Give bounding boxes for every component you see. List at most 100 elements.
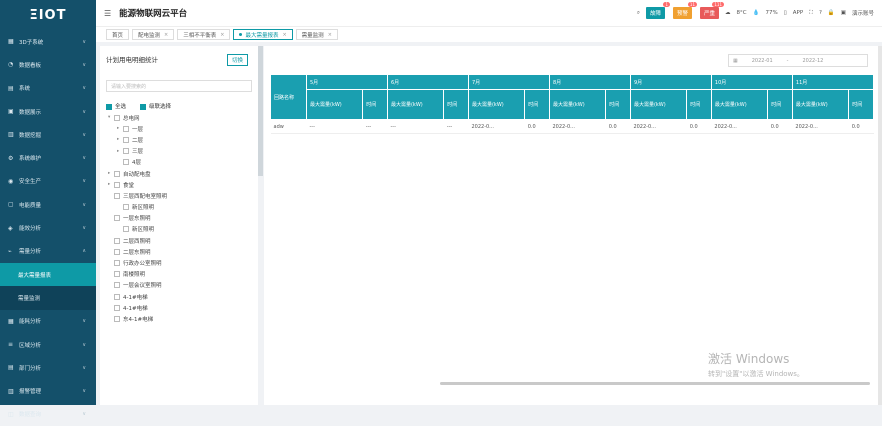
sidebar: ΞIOT ▦ 3D子系统 ∨ ◔ 数据看板 ∨ ▤ 系统 ∨ ▣ 数据展示 ∨ ▥ 数据挖掘 ∨ ⚙ 系统维护 ∨… — [0, 0, 96, 418]
table-row[interactable]: adw --- --- --- --- 2022-0... 0.0 2022-0... 0.0 2… — [270, 119, 874, 134]
close-icon[interactable]: × — [220, 32, 224, 38]
sidebar-item[interactable]: ⌁ 需量分析 ∧ — [0, 240, 96, 263]
tree-checkbox[interactable] — [123, 136, 129, 143]
tree-node[interactable]: ▸ 三层 — [100, 146, 258, 157]
help-icon[interactable]: ? — [819, 10, 822, 16]
tree-checkbox[interactable] — [114, 248, 120, 255]
search-icon[interactable]: ⌕ — [637, 10, 640, 17]
tree-node[interactable]: 行政办公室照明 — [100, 257, 258, 268]
tree-node[interactable]: ▸ 食堂 — [100, 179, 258, 190]
tree-checkbox[interactable] — [123, 226, 129, 233]
sidebar-item[interactable]: ▦ 3D子系统 ∨ — [0, 30, 96, 53]
sidebar-item[interactable]: ◉ 安全生产 ∨ — [0, 170, 96, 193]
tree-node[interactable]: 三层西配电室照明 — [100, 190, 258, 201]
sidebar-item[interactable]: ▢ 电能质量 ∨ — [0, 193, 96, 216]
tree-node[interactable]: 一层东照明 — [100, 213, 258, 224]
horizontal-scrollbar[interactable] — [440, 382, 870, 385]
sidebar-item-label: 需量分析 — [19, 249, 42, 256]
tree-node[interactable]: ▾ 总电网 — [100, 112, 258, 123]
sidebar-item[interactable]: ⚙ 系统维护 ∨ — [0, 146, 96, 169]
tab-item[interactable]: 三相不平衡表 × — [177, 29, 231, 40]
sidebar-item[interactable]: ◈ 能效分析 ∨ — [0, 216, 96, 239]
alarm-tag-label: 严重 — [704, 11, 716, 17]
alarm-tag-label: 预警 — [676, 11, 688, 17]
sidebar-item[interactable]: ▤ 系统 ∨ — [0, 77, 96, 100]
page-scrollbar[interactable] — [878, 46, 882, 405]
tree-checkbox[interactable] — [123, 125, 129, 132]
alarm-tag[interactable]: 故障 1 — [645, 2, 670, 19]
tree-checkbox[interactable] — [123, 204, 129, 211]
tree-node[interactable]: 东4-1#电梯 — [100, 313, 258, 324]
tree-checkbox[interactable] — [114, 315, 120, 322]
tree-checkbox[interactable] — [114, 237, 120, 244]
alarm-tag[interactable]: 严重 111 — [700, 2, 725, 19]
tree-node[interactable]: 一层会议室照明 — [100, 280, 258, 291]
sidebar-item-icon: ◔ — [8, 61, 14, 69]
sidebar-item[interactable]: 最大需量报表 — [0, 262, 96, 287]
top-bar: ☰ 能源物联网云平台 ⌕ 故障 1 预警 11 严重 111 ☁ 8°C 💧 77% ▯ … — [96, 0, 882, 26]
alarm-tag[interactable]: 预警 11 — [672, 2, 697, 19]
tree-node[interactable]: 二层西照明 — [100, 235, 258, 246]
tree-checkbox[interactable] — [114, 114, 120, 121]
tree-checkbox[interactable] — [123, 159, 129, 166]
tree-checkbox[interactable] — [114, 282, 120, 289]
tree-checkbox[interactable] — [114, 260, 120, 267]
left-panel: 计划用电明细统计 切换 请输入要搜索的 全选 级联选择 ▾ 总电网 ▸ 一层 ▸ 二层 ▸ 三… — [100, 46, 258, 405]
table-cell: 2022-0... — [468, 119, 525, 134]
tree-checkbox[interactable] — [114, 293, 120, 300]
table-cell: 2022-0... — [549, 119, 606, 134]
tree-node[interactable]: 新区照明 — [100, 202, 258, 213]
switch-button[interactable]: 切换 — [226, 54, 248, 66]
app-link[interactable]: APP — [793, 10, 803, 16]
sidebar-item[interactable]: ▣ 数据展示 ∨ — [0, 100, 96, 123]
tree-node[interactable]: ▸ 二层 — [100, 134, 258, 145]
check-all-option[interactable]: 全选 — [106, 102, 126, 110]
menu-toggle-icon[interactable]: ☰ — [104, 9, 111, 18]
tree-checkbox[interactable] — [114, 271, 120, 278]
sidebar-item[interactable]: ◫ 数据查询 ∨ — [0, 403, 96, 426]
avatar-icon[interactable]: ▣ — [841, 10, 846, 16]
tree-checkbox[interactable] — [114, 181, 120, 188]
tree-node[interactable]: 4-1#电梯 — [100, 302, 258, 313]
sidebar-item[interactable]: 需量监测 — [0, 286, 96, 310]
sidebar-item[interactable]: ▥ 数据挖掘 ∨ — [0, 123, 96, 146]
tree-checkbox[interactable] — [114, 215, 120, 222]
sidebar-item[interactable]: ▤ 部门分析 ∨ — [0, 356, 96, 379]
fullscreen-icon[interactable]: ⛶ — [809, 10, 813, 17]
check-cascade-option[interactable]: 级联选择 — [140, 102, 171, 110]
tab-item[interactable]: 需量监测 × — [295, 29, 338, 40]
sidebar-item[interactable]: ▦ 能耗分析 ∨ — [0, 310, 96, 333]
left-scrollbar[interactable] — [258, 46, 263, 176]
close-icon[interactable]: × — [164, 32, 168, 38]
lock-icon[interactable]: 🔒 — [828, 10, 835, 16]
tree-checkbox[interactable] — [114, 170, 120, 177]
user-name[interactable]: 演示账号 — [852, 9, 874, 17]
tree-node[interactable]: 二层东照明 — [100, 246, 258, 257]
tree-checkbox[interactable] — [123, 148, 129, 155]
tree-search-input[interactable]: 请输入要搜索的 — [106, 80, 252, 92]
tree-checkbox[interactable] — [114, 304, 120, 311]
tree-node[interactable]: ▸ 自动配电盘 — [100, 168, 258, 179]
tree-node[interactable]: 南楼照明 — [100, 269, 258, 280]
tree-checkbox[interactable] — [114, 192, 120, 199]
sidebar-item-label: 部门分析 — [19, 365, 42, 372]
tab-item[interactable]: 首页 — [106, 29, 130, 40]
tree-node[interactable]: 4-1#电梯 — [100, 291, 258, 302]
close-icon[interactable]: × — [282, 32, 286, 38]
close-icon[interactable]: × — [328, 32, 332, 38]
sidebar-item-label: 数据查询 — [19, 412, 42, 419]
sidebar-item[interactable]: ◔ 数据看板 ∨ — [0, 53, 96, 76]
tab-bar: 首页 配电监测 × 三相不平衡表 × 最大需量报表 × 需量监测 × — [96, 26, 882, 42]
tab-label: 三相不平衡表 — [183, 32, 217, 39]
sidebar-item[interactable]: ≡ 区域分析 ∨ — [0, 333, 96, 356]
weather-text: 8°C — [736, 10, 747, 16]
tab-item[interactable]: 配电监测 × — [132, 29, 175, 40]
tab-item[interactable]: 最大需量报表 × — [233, 29, 293, 40]
tree-node[interactable]: 新区照明 — [100, 224, 258, 235]
sidebar-item[interactable]: ▥ 报警管理 ∨ — [0, 379, 96, 402]
sub-column-header: 时间 — [686, 89, 712, 120]
circuit-tree: ▾ 总电网 ▸ 一层 ▸ 二层 ▸ 三层 4层 ▸ 自动配电盘 ▸ 食堂 三层西配电室照明 新区照明 一层东照… — [100, 112, 258, 325]
tree-node[interactable]: ▸ 一层 — [100, 123, 258, 134]
tree-node[interactable]: 4层 — [100, 157, 258, 168]
date-range-picker[interactable]: ▦ 2022-01 - 2022-12 — [728, 54, 868, 67]
